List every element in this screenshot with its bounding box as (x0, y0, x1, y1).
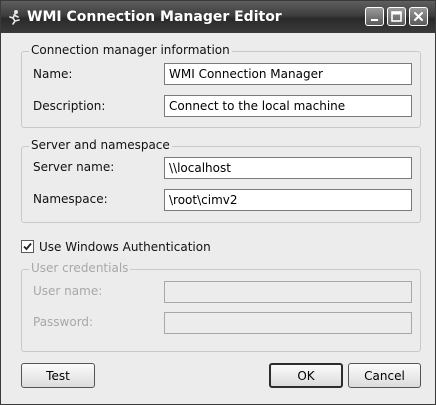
user-name-field (164, 281, 412, 303)
wmi-connection-icon (7, 9, 23, 25)
server-name-field[interactable]: \\localhost (164, 157, 412, 179)
user-name-label: User name: (33, 284, 103, 298)
dialog-window: WMI Connection Manager Editor Connection… (0, 0, 436, 405)
namespace-field[interactable]: \root\cimv2 (164, 189, 412, 211)
cancel-button[interactable]: Cancel (348, 363, 421, 388)
name-label: Name: (33, 67, 73, 81)
test-button[interactable]: Test (21, 363, 95, 388)
password-label: Password: (33, 315, 94, 329)
title-bar[interactable]: WMI Connection Manager Editor (1, 1, 435, 33)
server-name-label: Server name: (33, 160, 115, 174)
namespace-label: Namespace: (33, 192, 108, 206)
windows-auth-checkbox[interactable] (21, 240, 34, 253)
name-field[interactable]: WMI Connection Manager (164, 63, 412, 85)
windows-auth-label[interactable]: Use Windows Authentication (39, 240, 211, 254)
close-icon (413, 7, 424, 26)
close-button[interactable] (409, 7, 428, 26)
connection-info-group-title: Connection manager information (29, 43, 232, 57)
description-label: Description: (33, 99, 106, 113)
user-credentials-group-title: User credentials (29, 261, 131, 275)
password-field (164, 312, 412, 334)
minimize-button[interactable] (365, 7, 384, 26)
server-namespace-group-title: Server and namespace (29, 138, 172, 152)
ok-button[interactable]: OK (269, 363, 343, 388)
maximize-button[interactable] (387, 7, 406, 26)
maximize-icon (391, 7, 402, 26)
window-title: WMI Connection Manager Editor (27, 9, 282, 25)
minimize-icon (370, 7, 380, 26)
description-field[interactable]: Connect to the local machine (164, 95, 412, 117)
